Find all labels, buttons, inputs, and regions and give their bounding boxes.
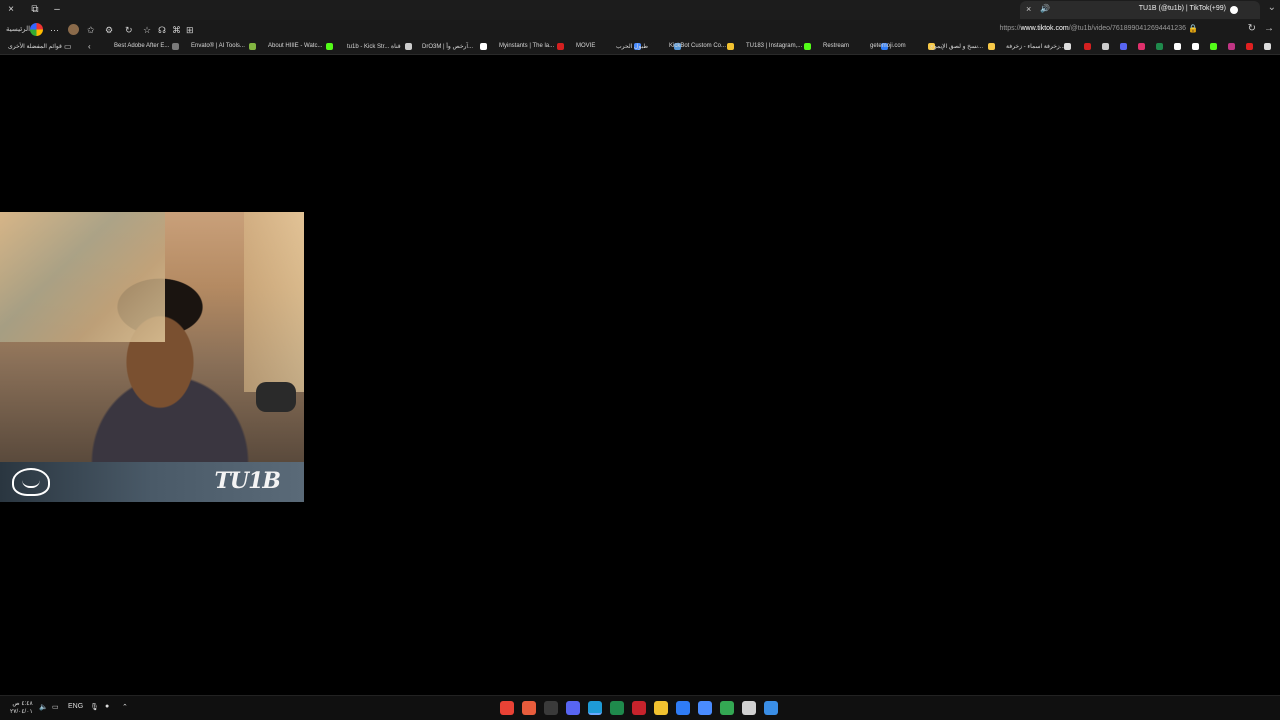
bookmark-item[interactable]: KickBot Custom Co... [669, 43, 726, 49]
microphone-tray-icon[interactable]: 🎙 [90, 703, 99, 711]
reload-button[interactable]: ↻ [1248, 23, 1256, 34]
edge-app-icon[interactable] [588, 701, 602, 715]
close-window-button[interactable]: × [4, 3, 18, 17]
bookmark-favicon-icon [249, 43, 256, 50]
bookmark-shortcut-icon[interactable] [1174, 43, 1181, 50]
translate-icon[interactable]: ⌘ [172, 24, 181, 36]
bookmark-shortcut-icon[interactable] [1246, 43, 1253, 50]
bookmark-favicon-icon [804, 43, 811, 50]
bookmark-favicon-icon [1064, 43, 1071, 50]
bookmark-star-icon[interactable]: ☆ [143, 24, 151, 36]
bookmark-favicon-icon [172, 43, 179, 50]
bookmark-item[interactable]: About HIIIE - Watc... [268, 43, 322, 49]
extensions-icon[interactable]: ⚙ [105, 24, 113, 36]
tab-tiktok[interactable]: × 🔊 TU1B (@tu1b) | TikTok(+99) [1020, 1, 1260, 19]
home-label[interactable]: الرئيسية [6, 24, 30, 36]
bookmark-favicon-icon [480, 43, 487, 50]
chrome-app-icon[interactable] [500, 701, 514, 715]
minimize-window-button[interactable]: – [50, 3, 64, 17]
bookmark-shortcut-icon[interactable] [1120, 43, 1127, 50]
copilot-app-icon[interactable] [720, 701, 734, 715]
discord-app-icon[interactable] [566, 701, 580, 715]
tab-sound-icon[interactable]: 🔊 [1040, 4, 1050, 13]
bookmark-favicon-icon [727, 43, 734, 50]
bookmark-item[interactable]: tu1b - Kick Str... قناة [347, 43, 401, 50]
app-tray-icon[interactable]: ● [105, 703, 109, 710]
brand-wordmark: TU1B [214, 468, 281, 494]
url-field[interactable]: https://www.tiktok.com/@tu1b/video/76189… [200, 22, 1240, 38]
bookmark-item[interactable]: Best Adobe After E... [114, 43, 169, 49]
bookmark-shortcut-icon[interactable] [1264, 43, 1271, 50]
calendar-app-icon[interactable] [698, 701, 712, 715]
file-explorer-app-icon[interactable] [654, 701, 668, 715]
split-screen-icon[interactable]: ⊞ [186, 24, 194, 36]
background-painting [0, 212, 165, 342]
bookmarks-scroll-left-icon[interactable]: ‹ [88, 42, 91, 51]
bookmark-shortcut-icon[interactable] [1138, 43, 1145, 50]
tab-title: TU1B (@tu1b) | TikTok(+99) [1138, 5, 1226, 12]
address-bar: الرئيسية ⋯ ✩ ⚙ ↻ ☆ ☊ ⌘ ⊞ https://www.tik… [0, 20, 1280, 40]
clock-date: ٢٧/٠٤/٠١ [10, 709, 33, 715]
bookmark-shortcut-icon[interactable] [1192, 43, 1199, 50]
tab-list-button[interactable]: ⌄ [1268, 2, 1276, 13]
bookmark-shortcut-icon[interactable] [1228, 43, 1235, 50]
network-icon[interactable]: ▭ [52, 703, 59, 711]
bookmark-item[interactable]: TU183 | Instagram,... [746, 43, 802, 49]
start-app-icon[interactable] [764, 701, 778, 715]
bookmark-shortcut-icon[interactable] [1156, 43, 1163, 50]
search-app-icon[interactable] [742, 701, 756, 715]
bookmark-item[interactable]: Myinstants | The la... [499, 43, 554, 49]
bookmark-item[interactable]: طبول الحرب [616, 43, 648, 50]
photos-app-icon[interactable] [676, 701, 690, 715]
tiktok-favicon-icon [1230, 6, 1238, 14]
bookmark-item[interactable]: DrO3M | آرخص وأ... [422, 43, 473, 50]
tab-close-icon[interactable]: × [1026, 4, 1031, 14]
forward-button[interactable]: → [1264, 23, 1274, 34]
stream-overlay-banner: TU1B [0, 462, 304, 502]
bookmark-shortcut-icon[interactable] [1084, 43, 1091, 50]
more-menu-icon[interactable]: ⋯ [50, 24, 59, 36]
clock-time: ٤:٤٨ ص [12, 701, 33, 707]
profile-avatar-icon[interactable] [30, 23, 43, 36]
bookmarks-bar: قوائم المفضلة الأخرى ▭ ‹ Best Adobe Afte… [0, 40, 1280, 55]
show-hidden-icons-icon[interactable]: ⌃ [122, 703, 128, 711]
excel-app-icon[interactable] [610, 701, 624, 715]
taskbar: ٤:٤٨ ص ٢٧/٠٤/٠١ 🔈 ▭ ENG 🎙 ● ⌃ [0, 695, 1280, 720]
speaker-icon[interactable]: 🔈 [39, 703, 48, 711]
webcam-feed [0, 212, 304, 462]
background-lamp [244, 212, 304, 392]
favorites-icon[interactable]: ✩ [87, 24, 95, 36]
video-player[interactable]: TU1B [0, 212, 304, 502]
restore-window-button[interactable]: ⧉ [28, 3, 42, 17]
url-text: https://www.tiktok.com/@tu1b/video/76189… [999, 25, 1186, 32]
read-aloud-icon[interactable]: ☊ [158, 24, 166, 36]
bookmark-shortcut-icon[interactable] [1102, 43, 1109, 50]
title-bar: × ⧉ – + × 🔊 TU1B (@tu1b) | TikTok(+99) ⌄ [0, 0, 1280, 20]
refresh-site-icon[interactable]: ↻ [125, 24, 133, 36]
chef-logo-icon [12, 468, 50, 496]
extension-avatar-icon[interactable] [68, 24, 79, 35]
site-info-icon[interactable]: 🔒 [1188, 24, 1198, 33]
bookmark-item[interactable]: نسخ و لصق الإيموج... [930, 43, 983, 50]
bookmark-shortcut-icon[interactable] [1210, 43, 1217, 50]
acrobat-app-icon[interactable] [632, 701, 646, 715]
bookmark-item[interactable]: MOVIE [576, 43, 595, 49]
app-red-app-icon[interactable] [522, 701, 536, 715]
bookmark-favicon-icon [988, 43, 995, 50]
bookmark-item[interactable]: Envato® | AI Tools... [191, 43, 245, 49]
bookmark-favicon-icon [326, 43, 333, 50]
language-indicator[interactable]: ENG [68, 703, 83, 710]
capcut-app-icon[interactable] [544, 701, 558, 715]
bookmark-item[interactable]: زخرفة اسماء - زخرفة... [1006, 43, 1065, 50]
system-clock[interactable]: ٤:٤٨ ص ٢٧/٠٤/٠١ [10, 700, 33, 716]
microphone-icon [256, 382, 296, 412]
bookmark-favicon-icon [405, 43, 412, 50]
bookmark-item[interactable]: Restream [823, 43, 849, 49]
folder-icon: ▭ [64, 42, 72, 51]
bookmark-favicon-icon [557, 43, 564, 50]
other-favorites-folder[interactable]: قوائم المفضلة الأخرى [8, 43, 62, 50]
bookmark-item[interactable]: getemoji.com [870, 43, 906, 49]
